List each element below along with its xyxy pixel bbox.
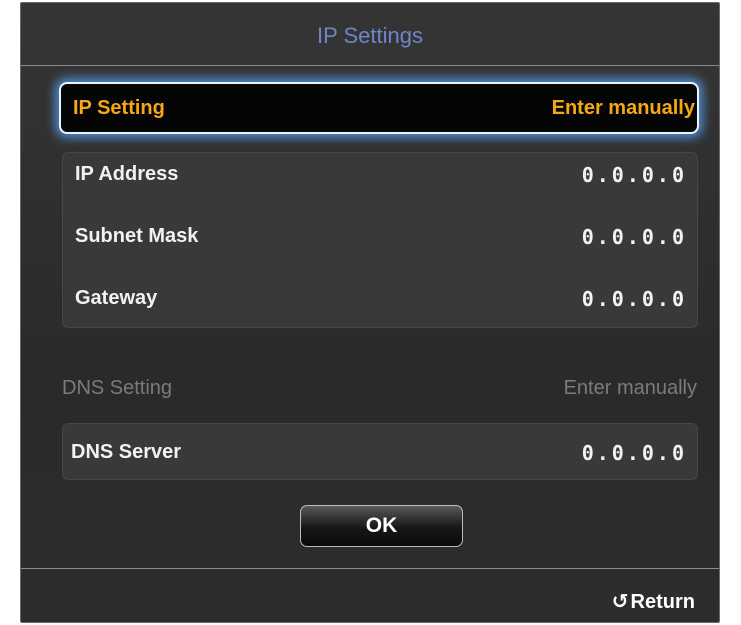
title-divider bbox=[21, 65, 719, 66]
dns-setting-value: Enter manually bbox=[563, 377, 697, 399]
return-button[interactable]: ↺ Return bbox=[612, 589, 695, 614]
dns-server-value: 0.0.0.0 bbox=[581, 441, 687, 465]
ip-address-label: IP Address bbox=[75, 163, 179, 185]
ip-setting-row[interactable]: IP Setting Enter manually bbox=[59, 82, 699, 134]
dns-server-label: DNS Server bbox=[71, 441, 182, 463]
ok-button[interactable]: OK bbox=[300, 505, 463, 547]
ip-fields-group: IP Address 0.0.0.0 Subnet Mask 0.0.0.0 G… bbox=[62, 152, 698, 328]
ip-setting-label: IP Setting bbox=[73, 97, 165, 119]
subnet-mask-label: Subnet Mask bbox=[75, 225, 199, 247]
footer-divider bbox=[21, 568, 719, 569]
return-arrow-icon: ↺ bbox=[611, 591, 629, 613]
ip-settings-dialog: IP Settings IP Setting Enter manually IP… bbox=[20, 2, 720, 623]
dns-setting-label: DNS Setting bbox=[62, 377, 173, 399]
subnet-mask-value: 0.0.0.0 bbox=[581, 225, 687, 249]
dialog-title: IP Settings bbox=[317, 23, 423, 48]
ip-address-value: 0.0.0.0 bbox=[581, 163, 687, 187]
return-label: Return bbox=[630, 591, 695, 613]
gateway-value: 0.0.0.0 bbox=[581, 287, 687, 311]
dns-server-group: DNS Server 0.0.0.0 bbox=[62, 423, 698, 480]
ip-setting-value: Enter manually bbox=[551, 97, 695, 119]
gateway-label: Gateway bbox=[75, 287, 158, 309]
